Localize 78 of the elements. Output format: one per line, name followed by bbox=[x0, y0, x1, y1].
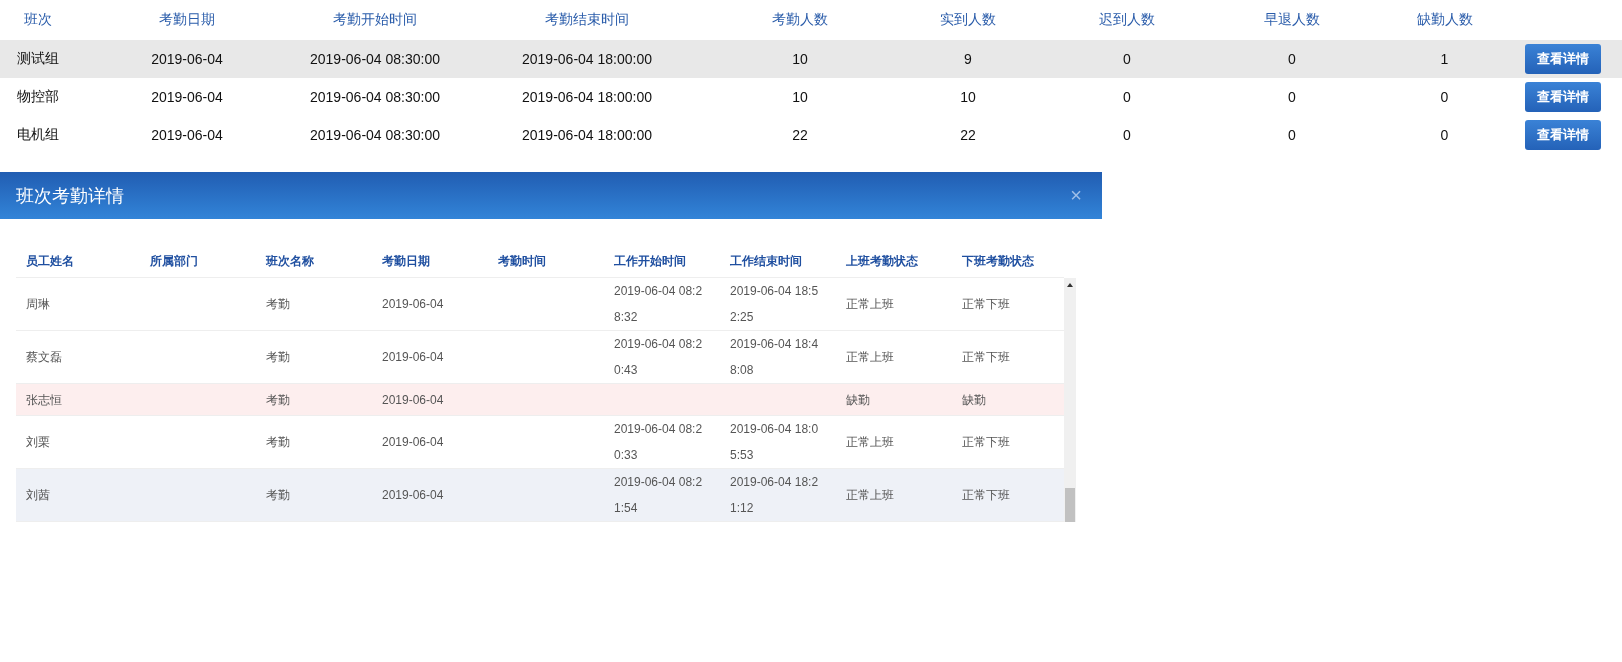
column-header: 考勤日期 bbox=[158, 10, 216, 29]
table-cell-text: 2019-06-04 bbox=[150, 126, 224, 145]
table-cell-text: 张志恒 bbox=[25, 391, 63, 409]
table-cell-text: 2019-06-04 08:30:00 bbox=[309, 88, 441, 107]
table-cell-text: 正常下班 bbox=[961, 296, 1011, 313]
table-cell: 1 bbox=[1364, 40, 1525, 78]
table-cell-text: 物控部 bbox=[16, 87, 60, 106]
table-cell-text: 2019-06-04 bbox=[381, 296, 445, 313]
table-cell-text: 考勤 bbox=[265, 296, 291, 313]
table-cell-text: 22 bbox=[791, 126, 809, 145]
table-cell-text: 2019-06-04 18:48:08 bbox=[729, 336, 820, 379]
table-cell: 0 bbox=[1220, 40, 1364, 78]
table-cell-text: 2019-06-04 18:05:53 bbox=[729, 421, 820, 464]
column-header: 考勤人数 bbox=[771, 10, 829, 29]
table-cell-text: 2019-06-04 08:28:32 bbox=[613, 283, 704, 326]
table-cell-text: 0 bbox=[1122, 88, 1132, 107]
table-cell-text: 2019-06-04 bbox=[381, 434, 445, 451]
table-cell: 测试组 bbox=[0, 40, 100, 78]
table-cell-text: 考勤 bbox=[265, 487, 291, 504]
table-row[interactable]: 刘茜 考勤 2019-06-04 2019-06-04 08:21:54 2019-06-04 18:21:12 正常上班 正常下班 bbox=[16, 469, 1064, 522]
column-header: 缺勤人数 bbox=[1415, 10, 1474, 29]
table-cell: 2019-06-04 18:00:00 bbox=[476, 40, 698, 78]
table-cell-text: 蔡文磊 bbox=[25, 349, 63, 366]
table-cell-text: 2019-06-04 bbox=[381, 487, 445, 504]
table-cell-text: 2019-06-04 18:00:00 bbox=[521, 88, 653, 107]
table-cell-text: 0 bbox=[1287, 88, 1297, 107]
table-cell: 9 bbox=[902, 40, 1034, 78]
table-cell-text: 正常上班 bbox=[845, 296, 895, 313]
table-cell-text: 刘茜 bbox=[25, 487, 51, 504]
table-cell-text: 2019-06-04 18:00:00 bbox=[521, 126, 653, 145]
table-cell-text: 正常上班 bbox=[845, 487, 895, 504]
table-cell-text: 2019-06-04 08:21:54 bbox=[613, 474, 704, 517]
table-cell-text: 0 bbox=[1439, 126, 1450, 145]
column-header: 迟到人数 bbox=[1098, 10, 1156, 29]
table-cell-text: 2019-06-04 bbox=[150, 88, 224, 107]
scrollbar-thumb[interactable] bbox=[1065, 488, 1075, 522]
table-cell-text: 10 bbox=[791, 88, 809, 107]
table-cell: 2019-06-04 08:30:00 bbox=[274, 40, 476, 78]
table-cell-text: 正常上班 bbox=[845, 349, 895, 366]
table-cell-text: 周琳 bbox=[25, 296, 51, 313]
scroll-up-icon[interactable] bbox=[1066, 282, 1074, 288]
table-cell-text: 缺勤 bbox=[961, 391, 987, 409]
table-cell-text: 0 bbox=[1439, 88, 1450, 107]
table-cell-text: 0 bbox=[1122, 126, 1132, 145]
table-cell-text: 2019-06-04 18:21:12 bbox=[729, 474, 820, 517]
column-header: 考勤结束时间 bbox=[544, 10, 630, 29]
table-cell-text: 电机组 bbox=[16, 125, 60, 144]
table-cell-text: 22 bbox=[959, 126, 977, 145]
table-cell-text: 0 bbox=[1287, 126, 1297, 145]
table-cell-text: 考勤 bbox=[265, 391, 291, 409]
table-cell-text: 缺勤 bbox=[845, 391, 871, 409]
table-cell: 2019-06-04 bbox=[100, 40, 274, 78]
table-cell: 10 bbox=[698, 40, 902, 78]
table-cell-text: 正常下班 bbox=[961, 349, 1011, 366]
table-cell-text: 刘栗 bbox=[25, 434, 51, 451]
view-details-button[interactable]: 查看详情 bbox=[1525, 120, 1601, 150]
table-cell-text: 2019-06-04 08:30:00 bbox=[309, 126, 441, 145]
column-header: 考勤开始时间 bbox=[332, 10, 418, 29]
table-cell-text: 2019-06-04 bbox=[381, 349, 445, 366]
table-cell-text: 正常下班 bbox=[961, 487, 1011, 504]
table-cell-text: 考勤 bbox=[265, 434, 291, 451]
column-header: 早退人数 bbox=[1263, 10, 1321, 29]
scrollbar[interactable] bbox=[1064, 278, 1076, 522]
table-cell-text: 正常上班 bbox=[845, 434, 895, 451]
dialog-title: 班次考勤详情 bbox=[16, 184, 124, 208]
table-cell-text: 2019-06-04 08:20:43 bbox=[613, 336, 704, 379]
table-cell-text: 考勤 bbox=[265, 349, 291, 366]
table-cell-text: 正常下班 bbox=[961, 434, 1011, 451]
column-header: 实到人数 bbox=[939, 10, 997, 29]
table-cell-text: 2019-06-04 bbox=[381, 391, 445, 409]
table-cell: 0 bbox=[1034, 40, 1220, 78]
table-row[interactable]: 张志恒 考勤 2019-06-04 缺勤 缺勤 bbox=[16, 384, 1064, 416]
table-cell-text: 10 bbox=[959, 88, 977, 107]
view-details-button[interactable]: 查看详情 bbox=[1525, 44, 1601, 74]
table-cell-text: 2019-06-04 18:52:25 bbox=[729, 283, 820, 326]
table-cell-text: 2019-06-04 08:20:33 bbox=[613, 421, 704, 464]
view-details-button[interactable]: 查看详情 bbox=[1525, 82, 1601, 112]
column-header: 班次 bbox=[23, 10, 53, 29]
